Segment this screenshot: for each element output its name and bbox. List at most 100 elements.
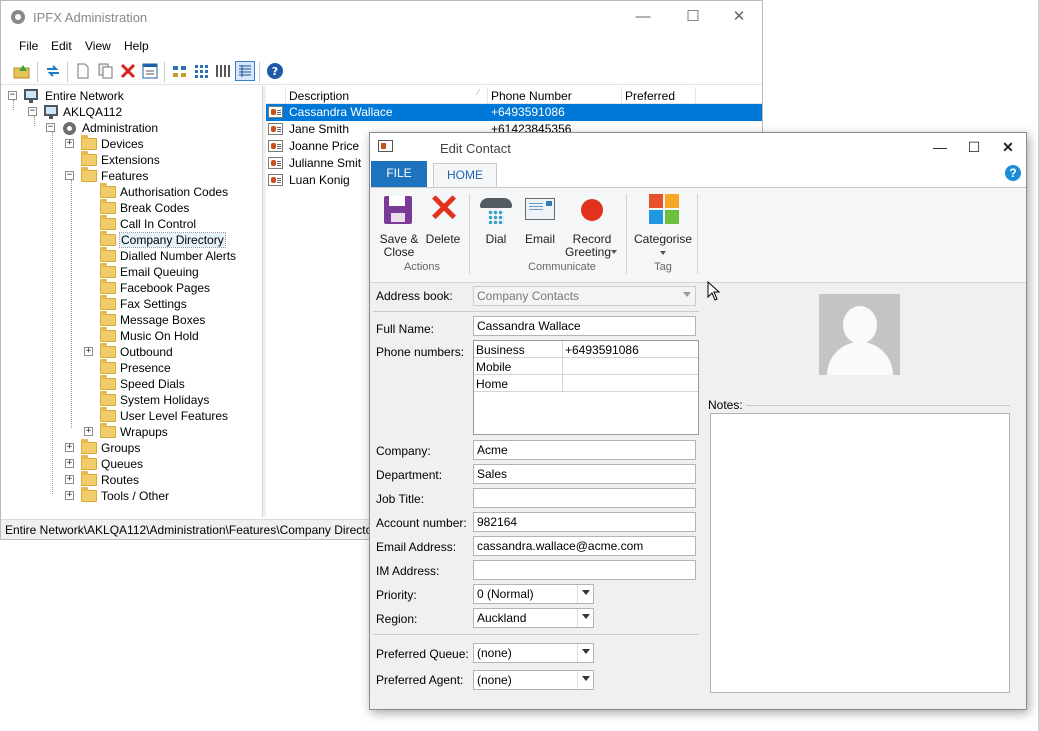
job-title-field[interactable] bbox=[473, 488, 696, 508]
window-title: IPFX Administration bbox=[33, 10, 148, 25]
collapse-icon[interactable]: − bbox=[8, 91, 17, 100]
folder-icon bbox=[100, 359, 116, 374]
minimize-button[interactable]: — bbox=[628, 7, 658, 29]
menu-bar: File Edit View Help bbox=[1, 36, 762, 56]
dial-button[interactable]: Dial bbox=[477, 188, 515, 260]
full-name-field[interactable]: Cassandra Wallace bbox=[473, 316, 696, 336]
folder-icon bbox=[100, 327, 116, 342]
preferred-queue-select[interactable]: (none) bbox=[473, 643, 594, 663]
expand-icon[interactable]: + bbox=[65, 491, 74, 500]
sort-arrow-icon: ⁄ bbox=[477, 88, 479, 97]
im-address-field[interactable] bbox=[473, 560, 696, 580]
folder-icon bbox=[81, 151, 97, 166]
copy-icon[interactable] bbox=[97, 62, 115, 80]
edit-contact-dialog: Edit Contact — ☐ ✕ FILE HOME ? Save & Cl… bbox=[369, 132, 1027, 710]
menu-help[interactable]: Help bbox=[124, 39, 149, 53]
folder-icon bbox=[100, 375, 116, 390]
network-icon bbox=[24, 89, 38, 103]
group-communicate-label: Communicate bbox=[528, 261, 596, 273]
priority-select[interactable]: 0 (Normal) bbox=[473, 584, 594, 604]
ribbon-separator bbox=[697, 194, 698, 274]
icon-column-header[interactable] bbox=[266, 87, 286, 104]
tab-file[interactable]: FILE bbox=[371, 161, 427, 187]
email-button[interactable]: Email bbox=[520, 188, 560, 260]
folder-icon bbox=[100, 215, 116, 230]
toolbar-separator bbox=[37, 62, 38, 82]
contact-card-icon bbox=[268, 123, 283, 135]
chevron-down-icon bbox=[683, 292, 691, 297]
preferred-agent-select[interactable]: (none) bbox=[473, 670, 594, 690]
email-address-field[interactable]: cassandra.wallace@acme.com bbox=[473, 536, 696, 556]
list-header: Description ⁄ Phone Number Preferred bbox=[266, 87, 762, 104]
record-greeting-button[interactable]: Record Greeting bbox=[562, 188, 622, 260]
dialog-maximize-button[interactable]: ☐ bbox=[963, 138, 985, 158]
categorise-button[interactable]: Categorise bbox=[628, 188, 698, 260]
save-close-button[interactable]: Save & Close bbox=[370, 188, 428, 260]
list-view-icon[interactable] bbox=[214, 62, 232, 80]
avatar-body bbox=[827, 342, 893, 375]
details-view-icon[interactable] bbox=[235, 61, 255, 81]
folder-icon bbox=[81, 487, 97, 502]
expand-icon[interactable]: + bbox=[65, 459, 74, 468]
address-book-select[interactable]: Company Contacts bbox=[473, 286, 696, 306]
refresh-icon[interactable] bbox=[44, 62, 62, 80]
expand-icon[interactable]: + bbox=[84, 427, 93, 436]
delete-button[interactable]: Delete bbox=[424, 188, 462, 260]
account-number-field[interactable]: 982164 bbox=[473, 512, 696, 532]
contact-card-icon bbox=[268, 174, 283, 186]
preferred-queue-label: Preferred Queue: bbox=[376, 647, 469, 661]
expand-icon[interactable]: + bbox=[84, 347, 93, 356]
company-field[interactable]: Acme bbox=[473, 440, 696, 460]
chevron-down-icon bbox=[582, 590, 590, 595]
gear-icon bbox=[11, 10, 25, 24]
delete-icon[interactable] bbox=[119, 62, 137, 80]
help-icon[interactable]: ? bbox=[1005, 165, 1021, 181]
properties-icon[interactable] bbox=[141, 62, 159, 80]
folder-icon bbox=[100, 295, 116, 310]
department-field[interactable]: Sales bbox=[473, 464, 696, 484]
chevron-down-icon bbox=[582, 649, 590, 654]
menu-view[interactable]: View bbox=[85, 39, 111, 53]
list-item[interactable]: Cassandra Wallace +6493591086 bbox=[266, 104, 762, 121]
maximize-button[interactable]: ☐ bbox=[678, 7, 708, 29]
collapse-icon[interactable]: − bbox=[65, 171, 74, 180]
menu-file[interactable]: File bbox=[19, 39, 38, 53]
collapse-icon[interactable]: − bbox=[28, 107, 37, 116]
dropdown-arrow-icon bbox=[660, 251, 666, 255]
small-icons-view-icon[interactable] bbox=[193, 62, 211, 80]
new-icon[interactable] bbox=[74, 62, 92, 80]
avatar-head bbox=[843, 306, 877, 344]
ribbon-tabs: FILE HOME ? bbox=[370, 161, 1026, 188]
folder-icon bbox=[100, 247, 116, 262]
title-bar: IPFX Administration — ☐ ✕ bbox=[1, 1, 762, 34]
contact-photo[interactable] bbox=[819, 294, 900, 375]
phone-row[interactable]: Home bbox=[474, 375, 698, 392]
phone-row[interactable]: Business +6493591086 bbox=[474, 341, 698, 358]
expand-icon[interactable]: + bbox=[65, 139, 74, 148]
contact-card-icon bbox=[268, 157, 283, 169]
tab-home[interactable]: HOME bbox=[433, 163, 497, 188]
folder-icon bbox=[100, 391, 116, 406]
column-preferred[interactable]: Preferred bbox=[622, 87, 696, 104]
region-label: Region: bbox=[376, 612, 418, 626]
notes-field[interactable] bbox=[710, 413, 1010, 693]
dialog-minimize-button[interactable]: — bbox=[929, 138, 951, 158]
column-phone-number[interactable]: Phone Number bbox=[488, 87, 622, 104]
open-icon[interactable] bbox=[13, 62, 31, 80]
folder-icon bbox=[81, 135, 97, 150]
menu-edit[interactable]: Edit bbox=[51, 39, 72, 53]
close-button[interactable]: ✕ bbox=[724, 7, 754, 29]
help-icon[interactable]: ? bbox=[266, 62, 284, 80]
expand-icon[interactable]: + bbox=[65, 475, 74, 484]
department-label: Department: bbox=[376, 468, 443, 482]
region-select[interactable]: Auckland bbox=[473, 608, 594, 628]
dialog-close-button[interactable]: ✕ bbox=[997, 138, 1019, 158]
collapse-icon[interactable]: − bbox=[46, 123, 55, 132]
expand-icon[interactable]: + bbox=[65, 443, 74, 452]
column-description[interactable]: Description ⁄ bbox=[286, 87, 488, 104]
large-icons-view-icon[interactable] bbox=[171, 62, 189, 80]
contact-card-icon bbox=[378, 140, 393, 152]
phone-row[interactable]: Mobile bbox=[474, 358, 698, 375]
dropdown-arrow-icon bbox=[611, 250, 617, 254]
priority-label: Priority: bbox=[376, 588, 417, 602]
